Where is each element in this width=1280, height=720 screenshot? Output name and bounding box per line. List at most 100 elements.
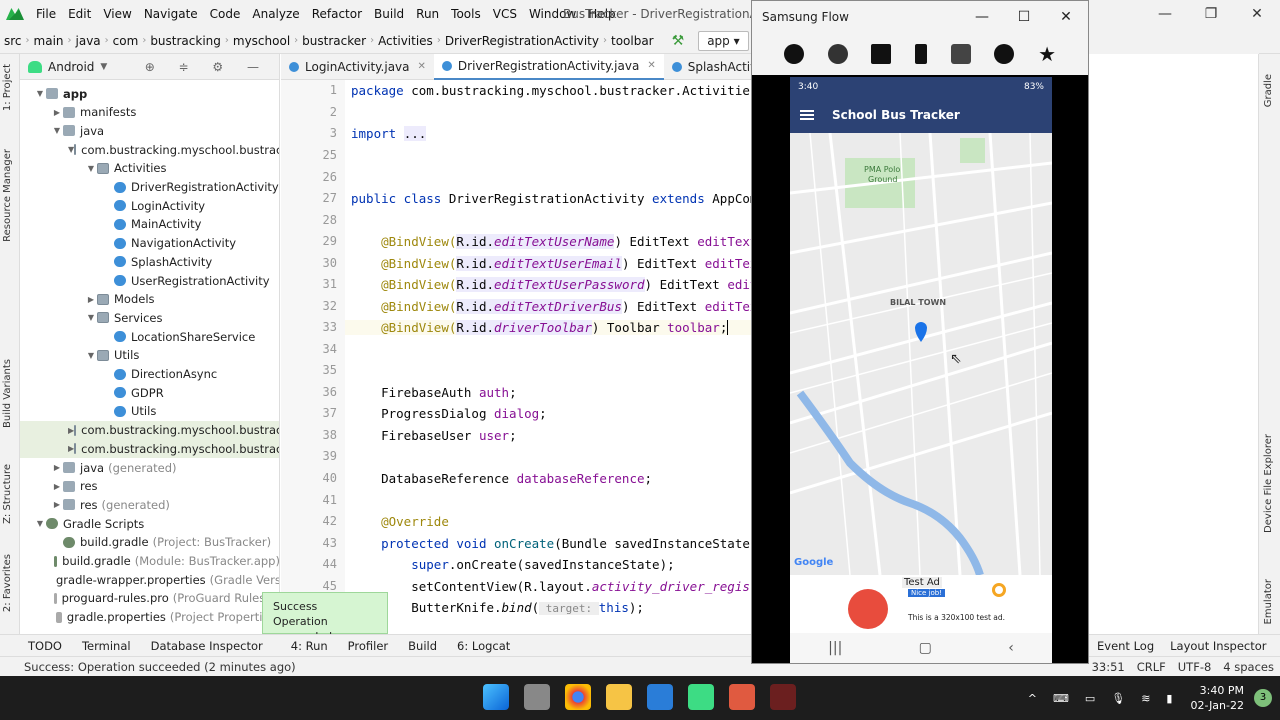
red-app-icon[interactable] [729, 684, 755, 710]
tree-node[interactable]: ▶ manifests [20, 103, 279, 122]
close-icon[interactable]: ✕ [1234, 0, 1280, 28]
menu-code[interactable]: Code [204, 7, 247, 21]
tree-node[interactable]: LoginActivity [20, 196, 279, 215]
panel-actions-icon[interactable]: ⊕ ≑ ⚙ — [145, 60, 269, 74]
recents-icon[interactable]: ||| [828, 640, 842, 656]
status-message[interactable]: Success: Operation succeeded (2 minutes … [0, 660, 296, 674]
breadcrumb-field[interactable]: toolbar [607, 34, 658, 48]
expand-icon[interactable] [871, 44, 892, 64]
minimize-icon[interactable]: — [962, 1, 1002, 33]
hamburger-menu-icon[interactable] [800, 110, 814, 120]
home-icon[interactable]: ▢ [919, 640, 932, 656]
tree-node[interactable]: ▼ app [20, 84, 279, 103]
tab-project[interactable]: 1: Project [2, 64, 13, 111]
tree-node[interactable]: proguard-rules.pro (ProGuard Rules fo [20, 589, 279, 608]
minus-icon[interactable] [783, 44, 804, 64]
tool-terminal[interactable]: Terminal [72, 639, 141, 653]
chevron-right-icon[interactable]: ▶ [51, 482, 63, 491]
tree-node[interactable]: MainActivity [20, 215, 279, 234]
tree-node[interactable]: UserRegistrationActivity [20, 271, 279, 290]
tree-node[interactable]: ▶ com.bustracking.myschool.bustracker [20, 420, 279, 440]
chevron-down-icon[interactable]: ▼ [100, 62, 107, 72]
chevron-right-icon[interactable]: ▶ [51, 108, 63, 117]
tree-node[interactable]: ▶ java (generated) [20, 458, 279, 477]
restore-icon[interactable]: ❐ [1188, 0, 1234, 28]
microphone-icon[interactable]: 🎙 [1111, 692, 1125, 705]
menu-refactor[interactable]: Refactor [306, 7, 368, 21]
breadcrumb-bustracker[interactable]: bustracker [298, 34, 370, 48]
file-encoding[interactable]: UTF-8 [1172, 660, 1218, 674]
tab-driver-registration-activity[interactable]: DriverRegistrationActivity.java ✕ [433, 53, 664, 80]
star-icon[interactable]: ★ [1038, 42, 1056, 66]
tree-node[interactable]: ▶ Models [20, 290, 279, 309]
start-icon[interactable] [483, 684, 509, 710]
ad-choices-icon[interactable] [992, 583, 1006, 597]
tab-favorites[interactable]: 2: Favorites [2, 554, 13, 612]
tree-node[interactable]: DriverRegistrationActivity [20, 178, 279, 197]
close-icon[interactable]: ✕ [1046, 1, 1086, 33]
tree-node[interactable]: ▶ com.bustracking.myschool.bustracker [20, 439, 279, 459]
line-separator[interactable]: CRLF [1131, 660, 1172, 674]
tab-resource-manager[interactable]: Resource Manager [2, 149, 13, 242]
samsung-flow-icon[interactable] [647, 684, 673, 710]
chevron-right-icon[interactable]: ▶ [51, 500, 63, 509]
caret-position[interactable]: 33:51 [1086, 660, 1131, 674]
chevron-right-icon[interactable]: ▶ [85, 295, 97, 304]
close-icon[interactable]: ✕ [647, 60, 655, 71]
phone-icon[interactable] [915, 44, 928, 64]
chrome-icon[interactable] [565, 684, 591, 710]
file-explorer-icon[interactable] [606, 684, 632, 710]
tree-node[interactable]: ▼ com.bustracking.myschool.bustracker [20, 140, 279, 159]
tree-node[interactable]: build.gradle (Project: BusTracker) [20, 533, 279, 552]
tree-node[interactable]: Utils [20, 402, 279, 421]
menu-analyze[interactable]: Analyze [246, 7, 305, 21]
breadcrumb-bustracking[interactable]: bustracking [146, 34, 225, 48]
breadcrumb-activities[interactable]: Activities [374, 34, 437, 48]
menu-edit[interactable]: Edit [62, 7, 97, 21]
close-icon[interactable]: ✕ [418, 61, 426, 72]
tree-node[interactable]: ▶ res [20, 477, 279, 496]
tree-node[interactable]: ▼ Utils [20, 346, 279, 365]
tree-node[interactable]: ▼ Gradle Scripts [20, 514, 279, 533]
chevron-down-icon[interactable]: ▼ [34, 519, 46, 528]
media-app-icon[interactable] [770, 684, 796, 710]
success-toast[interactable]: Success Operation succeeded [262, 592, 388, 643]
battery-icon[interactable]: ▮ [1166, 692, 1172, 705]
tool-todo[interactable]: TODO [18, 639, 72, 653]
tree-node[interactable]: build.gradle (Module: BusTracker.app) [20, 552, 279, 571]
tool-profiler[interactable]: Profiler [338, 639, 399, 653]
chevron-down-icon[interactable]: ▼ [85, 164, 97, 173]
breadcrumb-java[interactable]: java [72, 34, 105, 48]
tree-node[interactable]: GDPR [20, 383, 279, 402]
tab-device-file-explorer[interactable]: Device File Explorer [1263, 434, 1274, 533]
chevron-down-icon[interactable]: ▼ [85, 313, 97, 322]
tool-event-log[interactable]: Event Log [1089, 639, 1162, 653]
tool-layout-inspector[interactable]: Layout Inspector [1162, 639, 1274, 653]
menu-tools[interactable]: Tools [445, 7, 487, 21]
chevron-down-icon[interactable]: ▼ [34, 89, 46, 98]
breadcrumb-class[interactable]: DriverRegistrationActivity [441, 34, 603, 48]
menu-run[interactable]: Run [410, 7, 445, 21]
breadcrumb-src[interactable]: src [0, 34, 26, 48]
tree-node[interactable]: DirectionAsync [20, 365, 279, 384]
hammer-icon[interactable]: ⚒ [672, 33, 685, 49]
menu-vcs[interactable]: VCS [487, 7, 523, 21]
tab-build-variants[interactable]: Build Variants [2, 359, 13, 428]
minimize-icon[interactable]: — [1142, 0, 1188, 28]
gear-icon[interactable] [994, 44, 1015, 64]
tool-run[interactable]: 4: Run [281, 639, 338, 653]
tree-node[interactable]: NavigationActivity [20, 234, 279, 253]
code-editor[interactable]: package com.bustracking.myschool.bustrac… [345, 80, 751, 628]
menu-navigate[interactable]: Navigate [138, 7, 204, 21]
tree-node[interactable]: gradle.properties (Project Properties) [20, 608, 279, 627]
map-view[interactable]: PMA Polo Ground BILAL TOWN Google ⇖ [790, 133, 1052, 575]
tree-node[interactable]: ▼ java [20, 121, 279, 140]
menu-file[interactable]: File [30, 7, 62, 21]
run-config-select[interactable]: app ▾ [698, 30, 749, 51]
breadcrumb-com[interactable]: com [109, 34, 143, 48]
display-icon[interactable]: ▭ [1085, 692, 1095, 705]
tree-node[interactable]: SplashActivity [20, 252, 279, 271]
chevron-down-icon[interactable]: ▼ [51, 126, 63, 135]
tree-node[interactable]: gradle-wrapper.properties(Gradle Version [20, 570, 279, 589]
tab-login-activity[interactable]: LoginActivity.java ✕ [281, 54, 434, 80]
